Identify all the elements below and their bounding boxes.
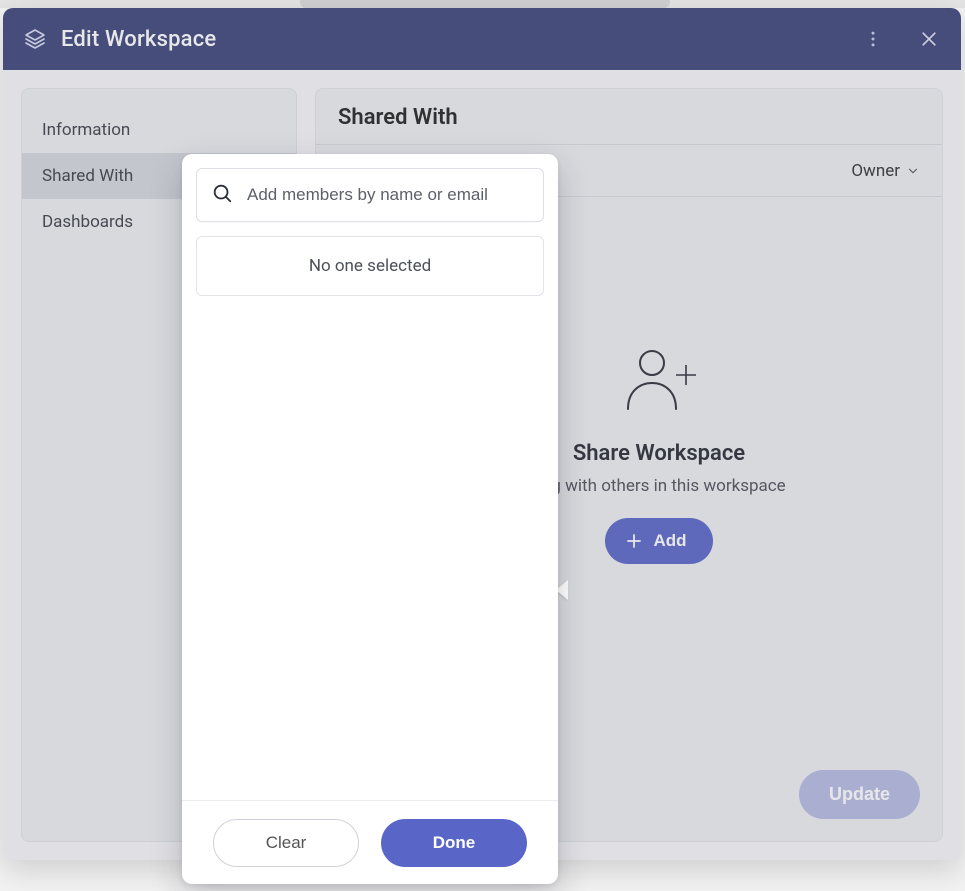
more-vertical-icon[interactable] xyxy=(861,27,885,51)
clear-button[interactable]: Clear xyxy=(213,819,359,867)
add-button-label: Add xyxy=(653,531,686,551)
empty-state-subtitle: ting with others in this workspace xyxy=(532,476,785,496)
update-button-label: Update xyxy=(829,784,890,804)
layers-icon xyxy=(23,27,47,51)
update-button[interactable]: Update xyxy=(799,770,920,819)
modal-header: Edit Workspace xyxy=(3,8,961,70)
popover-body xyxy=(182,296,558,800)
modal-title: Edit Workspace xyxy=(61,27,216,52)
sidebar-item-label: Information xyxy=(42,120,130,140)
close-icon[interactable] xyxy=(917,27,941,51)
done-button[interactable]: Done xyxy=(381,819,527,867)
selection-status: No one selected xyxy=(196,236,544,296)
search-icon xyxy=(211,182,233,208)
clear-button-label: Clear xyxy=(266,833,307,852)
empty-state-title: Share Workspace xyxy=(573,441,745,466)
add-button[interactable]: Add xyxy=(605,518,712,564)
sidebar-item-label: Dashboards xyxy=(42,212,133,232)
member-search[interactable] xyxy=(196,168,544,222)
role-label: Owner xyxy=(851,161,900,181)
member-search-input[interactable] xyxy=(247,185,529,205)
role-dropdown[interactable]: Owner xyxy=(851,161,920,181)
plus-icon xyxy=(625,532,643,550)
add-members-popover: No one selected Clear Done xyxy=(182,154,558,884)
sidebar-item-information[interactable]: Information xyxy=(22,107,296,153)
done-button-label: Done xyxy=(433,833,476,852)
panel-title: Shared With xyxy=(316,89,942,145)
sidebar-item-label: Shared With xyxy=(42,166,133,186)
popover-footer: Clear Done xyxy=(182,800,558,884)
user-add-icon xyxy=(614,345,704,419)
chevron-down-icon xyxy=(906,164,920,178)
